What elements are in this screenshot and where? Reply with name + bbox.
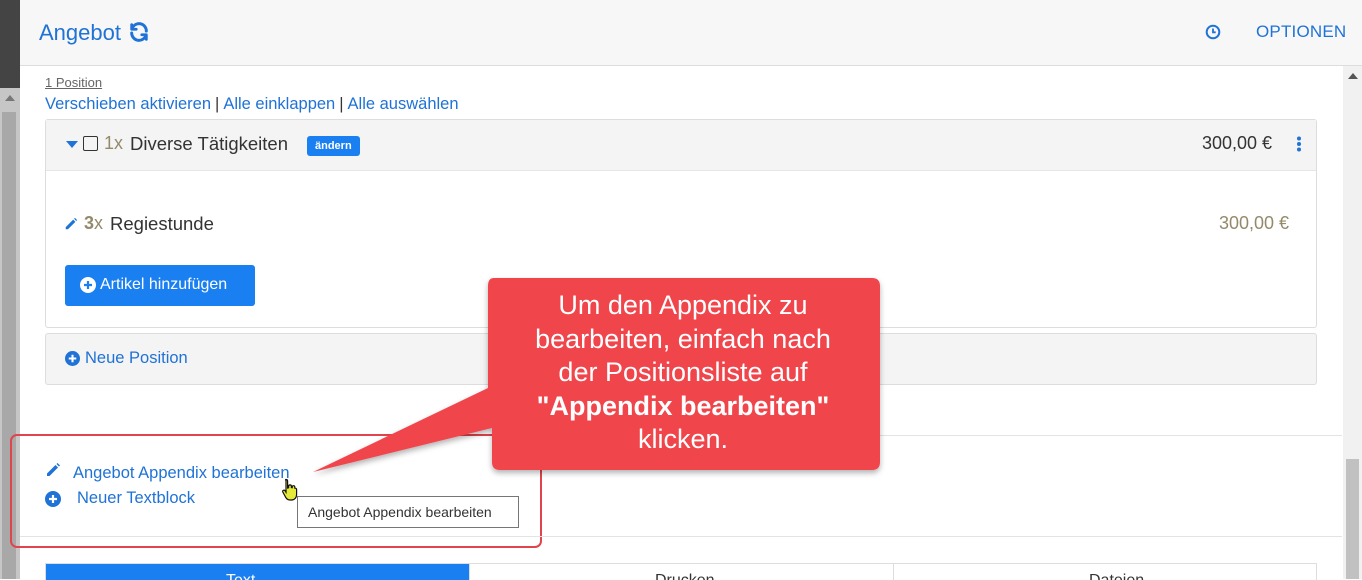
callout-text: Um den Appendix zu bearbeiten, einfach n… [488, 289, 878, 457]
tab-text[interactable]: Text [46, 564, 469, 580]
callout-bold-text: "Appendix bearbeiten" [536, 390, 830, 421]
right-scrollbar-thumb[interactable] [1346, 459, 1359, 579]
callout-line-bold: "Appendix bearbeiten" [488, 390, 878, 424]
callout-line: klicken. [637, 424, 729, 454]
callout-line: der Positionsliste auf [558, 357, 808, 387]
callout-line: bearbeiten, einfach nach [535, 323, 831, 354]
right-scrollbar[interactable] [1343, 66, 1362, 579]
divider [20, 536, 1342, 537]
scroll-up-arrow-icon[interactable] [1348, 73, 1358, 79]
tab-files[interactable]: Dateien [893, 564, 1317, 580]
tab-print[interactable]: Drucken [469, 564, 894, 580]
callout-line: Um den Appendix zu [558, 290, 808, 320]
bottom-tabs: Text Drucken Dateien [45, 563, 1317, 580]
